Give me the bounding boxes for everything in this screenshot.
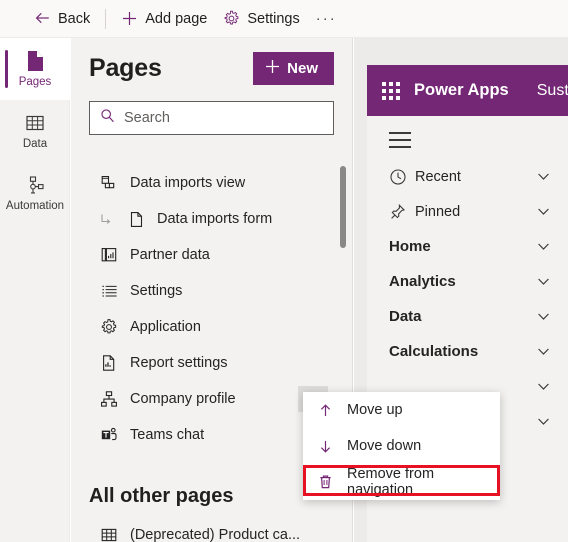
trash-icon <box>317 474 334 490</box>
table-icon <box>25 112 45 134</box>
nav-group-label: Data <box>389 308 422 325</box>
group-list-icon <box>99 283 119 300</box>
chevron-down-icon[interactable] <box>535 413 552 430</box>
nav-item-label: Recent <box>415 168 461 185</box>
chevron-down-icon[interactable] <box>535 168 552 185</box>
back-button[interactable]: Back <box>26 4 98 34</box>
list-item-label: Partner data <box>130 247 210 263</box>
app-root: Back Add page Settings ··· Pages Data Au… <box>0 0 568 542</box>
nav-group-label: Analytics <box>389 273 456 290</box>
list-item-label: Application <box>130 319 201 335</box>
list-item-label: Data imports view <box>130 175 246 191</box>
hamburger-icon <box>389 132 411 134</box>
gear-icon <box>99 318 119 336</box>
list-group-settings[interactable]: Settings <box>71 273 352 309</box>
search-box[interactable]: Search <box>89 101 334 135</box>
nav-group-label: Calculations <box>389 343 479 360</box>
context-menu-item-label: Move up <box>347 402 403 418</box>
arrow-left-icon <box>34 10 51 27</box>
preview-app-header: Power Apps Susta <box>367 65 568 116</box>
chevron-down-icon[interactable] <box>535 343 552 360</box>
context-menu: Move up Move down Remove from navigation <box>303 392 500 500</box>
plus-icon <box>265 59 280 78</box>
list-group-label: Settings <box>130 283 183 299</box>
nav-group-label: Home <box>389 238 431 255</box>
gear-icon <box>223 10 240 27</box>
settings-button[interactable]: Settings <box>215 4 307 34</box>
rail-item-label: Automation <box>5 200 65 212</box>
list-item-label: (Deprecated) Product ca... <box>130 527 301 542</box>
context-menu-item-label: Move down <box>347 438 422 454</box>
rail-item-automation[interactable]: Automation <box>0 162 70 224</box>
nav-item-label: Pinned <box>415 203 461 220</box>
arrow-down-icon <box>317 439 334 454</box>
search-icon <box>100 108 115 128</box>
list-item-partner-data[interactable]: Partner data <box>71 237 352 273</box>
rail-item-pages[interactable]: Pages <box>0 38 70 100</box>
toolbar-divider <box>105 8 107 29</box>
nav-group-analytics[interactable]: Analytics <box>367 264 568 299</box>
list-item-deprecated-product[interactable]: (Deprecated) Product ca... <box>71 517 352 542</box>
new-page-button[interactable]: New <box>253 52 334 85</box>
context-menu-item-label: Remove from navigation <box>347 466 435 498</box>
sub-item-arrow-icon <box>99 212 115 226</box>
list-item-application[interactable]: Application <box>71 309 352 345</box>
nav-group-data[interactable]: Data <box>367 299 568 334</box>
rail-item-label: Data <box>22 138 48 150</box>
add-page-button[interactable]: Add page <box>113 4 215 34</box>
waffle-grid-icon[interactable] <box>382 81 400 100</box>
report-icon <box>99 354 119 372</box>
context-menu-item-remove-from-navigation[interactable]: Remove from navigation <box>303 464 500 500</box>
back-label: Back <box>58 10 91 27</box>
chevron-down-icon[interactable] <box>535 203 552 220</box>
teams-icon <box>99 426 119 444</box>
brand-label: Power Apps <box>414 81 509 99</box>
list-item-data-imports-view[interactable]: Data imports view <box>71 165 352 201</box>
org-chart-icon <box>99 390 119 408</box>
app-name-label: Susta <box>536 81 568 99</box>
plus-icon <box>121 10 138 27</box>
left-rail: Pages Data Automation <box>0 38 70 542</box>
grid-table-icon <box>99 526 119 542</box>
chevron-down-icon[interactable] <box>535 273 552 290</box>
context-menu-item-move-up[interactable]: Move up <box>303 392 500 428</box>
rail-item-label: Pages <box>18 76 52 88</box>
nav-group-calculations[interactable]: Calculations <box>367 334 568 369</box>
pin-icon <box>389 203 415 221</box>
page-title: Pages <box>89 54 162 82</box>
command-bar: Back Add page Settings ··· <box>0 0 568 38</box>
chevron-down-icon[interactable] <box>535 308 552 325</box>
nav-group-home[interactable]: Home <box>367 229 568 264</box>
list-section-label: All other pages <box>89 484 234 507</box>
database-view-icon <box>99 174 119 192</box>
context-menu-item-move-down[interactable]: Move down <box>303 428 500 464</box>
overflow-menu-button[interactable]: ··· <box>308 10 345 27</box>
list-item-label: Company profile <box>130 391 236 407</box>
clock-icon <box>389 168 415 186</box>
search-input[interactable]: Search <box>124 110 170 126</box>
dashboard-icon <box>99 246 119 264</box>
list-item-label: Data imports form <box>157 211 273 227</box>
arrow-up-icon <box>317 403 334 418</box>
nav-item-pinned[interactable]: Pinned <box>367 194 568 229</box>
page-icon <box>26 50 45 72</box>
list-item-report-settings[interactable]: Report settings <box>71 345 352 381</box>
nav-item-recent[interactable]: Recent <box>367 159 568 194</box>
list-item-data-imports-form[interactable]: Data imports form <box>71 201 352 237</box>
form-doc-icon <box>126 211 146 228</box>
chevron-down-icon[interactable] <box>535 238 552 255</box>
chevron-down-icon[interactable] <box>535 378 552 395</box>
add-page-label: Add page <box>145 10 208 27</box>
nav-collapse-button[interactable] <box>367 116 568 159</box>
settings-label: Settings <box>247 10 300 27</box>
pages-list-scrollbar[interactable] <box>340 166 346 248</box>
flow-icon <box>25 174 46 196</box>
new-page-label: New <box>287 60 318 77</box>
list-item-label: Teams chat <box>130 427 205 443</box>
list-item-label: Report settings <box>130 355 228 371</box>
rail-item-data[interactable]: Data <box>0 100 70 162</box>
pages-panel-header: Pages New <box>71 38 352 91</box>
